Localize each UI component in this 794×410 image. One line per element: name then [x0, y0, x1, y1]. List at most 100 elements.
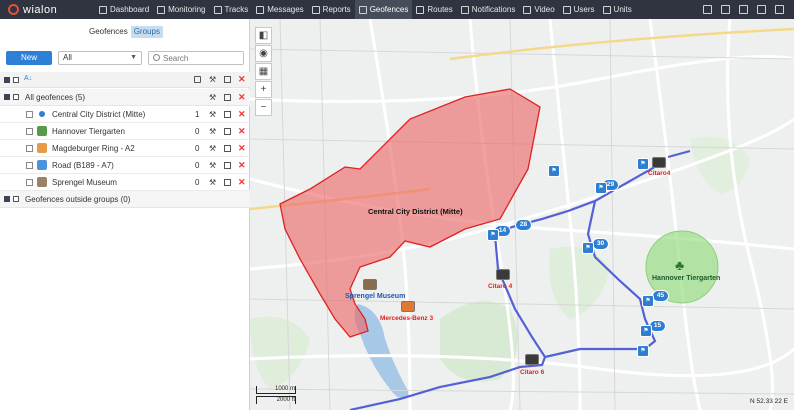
nav-units[interactable]: Units	[599, 0, 636, 19]
geofence-row[interactable]: Sprengel Museum 0 ⚒ ✕	[0, 174, 250, 191]
nav-dashboard[interactable]: Dashboard	[95, 0, 153, 19]
map-type-icon[interactable]: ▦	[255, 63, 272, 80]
group-row-outside[interactable]: Geofences outside groups (0)	[0, 191, 250, 208]
copy-icon[interactable]	[224, 94, 231, 101]
chevron-down-icon: ▼	[130, 54, 137, 61]
speed-badge[interactable]: 45	[652, 290, 669, 302]
delete-icon[interactable]: ✕	[238, 144, 246, 153]
flag-icon[interactable]: ⚑	[595, 182, 607, 194]
flag-icon[interactable]: ⚑	[642, 295, 654, 307]
map-view[interactable]: ◧ ◉ ▦ + − Central City District (Mitte) …	[250, 19, 794, 410]
delete-icon[interactable]: ✕	[238, 110, 246, 119]
nav-label: Routes	[427, 5, 453, 14]
nav-video[interactable]: Video	[519, 0, 558, 19]
wrench-icon[interactable]: ⚒	[209, 94, 216, 102]
flag-icon[interactable]: ⚑	[637, 345, 649, 357]
nav-tracks[interactable]: Tracks	[210, 0, 253, 19]
tab-geofences[interactable]: Geofences	[86, 26, 131, 38]
delete-icon[interactable]: ✕	[238, 178, 246, 187]
flag-icon[interactable]: ⚑	[640, 325, 652, 337]
copy-icon[interactable]	[224, 128, 231, 135]
delete-icon[interactable]: ✕	[238, 161, 246, 170]
expand-icon[interactable]	[4, 196, 10, 202]
collapse-icon[interactable]	[4, 94, 10, 100]
copy-icon[interactable]	[224, 111, 231, 118]
wrench-icon[interactable]: ⚒	[209, 128, 216, 136]
unit-label-citaro-4[interactable]: Citaro 4	[488, 283, 512, 290]
truck-icon[interactable]	[401, 301, 415, 312]
bus-icon[interactable]	[652, 157, 666, 168]
speed-badge[interactable]: 30	[592, 238, 609, 250]
units-icon	[602, 5, 611, 14]
geofence-row[interactable]: Hannover Tiergarten 0 ⚒ ✕	[0, 123, 250, 140]
unit-label-mercedes[interactable]: Mercedes-Benz 3	[380, 315, 433, 322]
nav-geofences[interactable]: Geofences	[354, 0, 413, 19]
copy-icon[interactable]	[224, 162, 231, 169]
stats-icon[interactable]	[703, 5, 712, 14]
help-icon[interactable]	[757, 5, 766, 14]
group-checkbox[interactable]	[13, 196, 19, 202]
group-checkbox[interactable]	[13, 94, 19, 100]
top-navigation-bar: wialon Dashboard Monitoring Tracks Messages…	[0, 0, 794, 19]
row-checkbox[interactable]	[26, 179, 33, 186]
speed-badge[interactable]: 28	[515, 219, 532, 231]
nav-messages[interactable]: Messages	[252, 0, 307, 19]
notifications-bell-icon[interactable]	[739, 5, 748, 14]
unit-label-citaro4[interactable]: Citaro4	[648, 170, 670, 177]
wialon-logo[interactable]: wialon	[0, 4, 95, 16]
language-icon[interactable]	[721, 5, 730, 14]
geofence-row[interactable]: Road (B189 - A7) 0 ⚒ ✕	[0, 157, 250, 174]
delete-icon[interactable]: ✕	[238, 127, 246, 136]
new-button[interactable]: New	[6, 51, 52, 65]
bus-icon[interactable]	[525, 354, 539, 365]
nav-reports[interactable]: Reports	[308, 0, 355, 19]
collapse-all-icon[interactable]	[4, 77, 10, 83]
flag-icon[interactable]: ⚑	[637, 158, 649, 170]
search-icon	[153, 54, 160, 61]
row-checkbox[interactable]	[26, 128, 33, 135]
delete-icon[interactable]: ✕	[238, 93, 246, 102]
geofence-row[interactable]: Magdeburger Ring - A2 0 ⚒ ✕	[0, 140, 250, 157]
unit-label-citaro-6[interactable]: Citaro 6	[520, 369, 544, 376]
geofence-name: Sprengel Museum	[52, 178, 117, 187]
search-input[interactable]	[163, 53, 241, 63]
nav-users[interactable]: Users	[559, 0, 599, 19]
row-checkbox[interactable]	[26, 145, 33, 152]
bus-icon[interactable]	[496, 269, 510, 280]
copy-icon[interactable]	[224, 179, 231, 186]
flag-icon[interactable]: ⚑	[582, 242, 594, 254]
tab-groups[interactable]: Groups	[130, 26, 163, 38]
nav-label: Tracks	[224, 5, 249, 14]
row-checkbox[interactable]	[26, 162, 33, 169]
wrench-icon[interactable]: ⚒	[209, 111, 216, 119]
nav-notifications[interactable]: Notifications	[457, 0, 520, 19]
wrench-icon[interactable]: ⚒	[209, 179, 216, 187]
nav-label: Monitoring	[168, 5, 206, 14]
wrench-icon[interactable]: ⚒	[209, 145, 216, 153]
zoom-out-button[interactable]: −	[255, 99, 272, 116]
sort-az-icon[interactable]: A↓	[24, 75, 32, 82]
flag-icon[interactable]: ⚑	[487, 229, 499, 241]
select-all-checkbox[interactable]	[13, 77, 19, 83]
wrench-icon[interactable]: ⚒	[209, 162, 216, 170]
eye-icon[interactable]: ◉	[255, 45, 272, 62]
copy-icon[interactable]	[224, 145, 231, 152]
group-row-all[interactable]: All geofences (5) ⚒ ✕	[0, 89, 250, 106]
units-column-icon	[194, 76, 201, 83]
search-box[interactable]	[148, 51, 244, 65]
geofence-name: Central City District (Mitte)	[52, 110, 146, 119]
group-label: All geofences (5)	[25, 93, 86, 102]
filter-select[interactable]: All ▼	[58, 51, 142, 65]
zoom-in-button[interactable]: +	[255, 81, 272, 98]
nav-routes[interactable]: Routes	[412, 0, 456, 19]
flag-icon[interactable]: ⚑	[548, 165, 560, 177]
settings-icon[interactable]	[775, 5, 784, 14]
map-canvas[interactable]	[250, 19, 794, 410]
geofence-row[interactable]: Central City District (Mitte) 1 ⚒ ✕	[0, 106, 250, 123]
group-label: Geofences outside groups (0)	[25, 195, 131, 204]
logo-mark-icon	[8, 4, 19, 15]
top-right-tools	[703, 5, 794, 14]
row-checkbox[interactable]	[26, 111, 33, 118]
layers-icon[interactable]: ◧	[255, 27, 272, 44]
nav-monitoring[interactable]: Monitoring	[153, 0, 209, 19]
